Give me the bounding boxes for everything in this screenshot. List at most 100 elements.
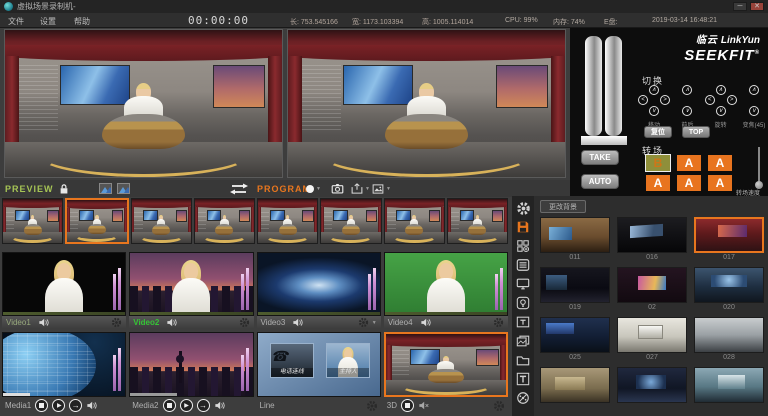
image-layers-icon[interactable] [515, 333, 531, 349]
gear-icon[interactable] [239, 317, 250, 328]
transition-tile-b[interactable]: B [646, 155, 670, 171]
scene-partial-3[interactable] [694, 367, 764, 403]
video4-thumbnail[interactable] [384, 252, 508, 316]
speaker-icon[interactable] [166, 317, 177, 328]
transition-tile-a2[interactable]: A [708, 155, 732, 171]
video2-thumbnail[interactable] [129, 252, 253, 316]
list-icon[interactable] [515, 257, 531, 273]
tbar-base[interactable] [581, 136, 627, 145]
monitor-icon[interactable] [515, 276, 531, 292]
scene-028[interactable]: 028 [694, 317, 764, 363]
rotate-left-button[interactable]: < [705, 95, 715, 105]
media2-thumbnail[interactable] [129, 332, 253, 397]
speaker-icon[interactable] [86, 400, 97, 411]
subtitle-icon[interactable] [515, 314, 531, 330]
media1-thumbnail[interactable] [2, 332, 126, 397]
zoom-in-button[interactable]: ∧ [749, 85, 759, 95]
camera-angle-3[interactable] [131, 198, 192, 244]
transition-speed-slider[interactable] [754, 147, 764, 193]
camera-angle-5[interactable] [257, 198, 318, 244]
tbar-handle[interactable] [605, 36, 622, 136]
speaker-icon[interactable] [38, 317, 49, 328]
host-option[interactable]: 主持人 [326, 343, 370, 378]
film-icon[interactable] [515, 390, 531, 406]
scene-027[interactable]: 027 [617, 317, 687, 363]
camera-angle-6[interactable] [320, 198, 381, 244]
reset-button[interactable]: 复位 [644, 126, 672, 138]
swap-preview-program-icon[interactable] [228, 180, 250, 197]
phone-call-option[interactable]: ☎ 电话连线 [270, 343, 314, 378]
export-icon[interactable]: ▼ [351, 180, 370, 197]
video3-thumbnail[interactable] [257, 252, 381, 316]
lock-icon[interactable] [58, 180, 70, 197]
text-icon[interactable] [515, 371, 531, 387]
camera-angle-1[interactable] [2, 198, 63, 244]
back-button[interactable]: ∨ [682, 106, 692, 116]
save-icon[interactable] [515, 219, 531, 235]
scene-011[interactable]: 011 [540, 217, 610, 263]
menu-help[interactable]: 帮助 [74, 16, 90, 27]
scene-019[interactable]: 019 [540, 267, 610, 313]
speaker-icon[interactable] [214, 400, 225, 411]
speaker-icon[interactable] [420, 317, 431, 328]
snapshot-camera-icon[interactable] [331, 180, 344, 197]
next-button[interactable]: → [69, 399, 82, 412]
play-button[interactable]: ▶ [52, 399, 65, 412]
scene-partial-2[interactable] [617, 367, 687, 403]
folder-icon[interactable] [515, 352, 531, 368]
video1-thumbnail[interactable] [2, 252, 126, 316]
zoom-out-button[interactable]: ∨ [749, 106, 759, 116]
move-left-button[interactable]: < [638, 95, 648, 105]
move-right-button[interactable]: > [660, 95, 670, 105]
take-button[interactable]: TAKE [581, 150, 619, 165]
rotate-down-button[interactable]: ∨ [716, 106, 726, 116]
light-icon[interactable] [515, 295, 531, 311]
scene-020[interactable]: 020 [694, 267, 764, 313]
scene-017-selected[interactable]: 017 [694, 217, 764, 263]
transition-tile-a1[interactable]: A [677, 155, 701, 171]
move-up-button[interactable]: ∧ [649, 85, 659, 95]
picture-output-icon[interactable]: ▼ [372, 180, 391, 197]
threed-thumbnail[interactable] [384, 332, 508, 397]
line-thumbnail[interactable]: ☎ 电话连线 主持人 [257, 332, 381, 397]
speaker-muted-icon[interactable] [418, 400, 429, 411]
transition-image-icon-2[interactable] [117, 180, 130, 197]
settings-icon[interactable] [515, 200, 531, 216]
rotate-right-button[interactable]: > [727, 95, 737, 105]
gear-icon[interactable] [366, 400, 378, 412]
rotate-up-button[interactable]: ∧ [716, 85, 726, 95]
transition-tile-a5[interactable]: A [708, 175, 732, 191]
transition-tile-a4[interactable]: A [677, 175, 701, 191]
menu-settings[interactable]: 设置 [40, 16, 56, 27]
scene-partial-1[interactable] [540, 367, 610, 403]
gear-icon[interactable] [111, 317, 122, 328]
close-button[interactable]: ✕ [750, 2, 764, 11]
camera-angle-8[interactable] [447, 198, 508, 244]
auto-button[interactable]: AUTO [581, 174, 619, 189]
top-button[interactable]: TOP [682, 126, 710, 138]
camera-angle-7[interactable] [384, 198, 445, 244]
scene-016[interactable]: 016 [617, 217, 687, 263]
stop-button[interactable] [163, 399, 176, 412]
move-down-button[interactable]: ∨ [649, 106, 659, 116]
stop-button[interactable] [401, 399, 414, 412]
minimize-button[interactable]: ─ [733, 2, 747, 11]
camera-angle-2-selected[interactable] [65, 198, 128, 244]
gear-icon[interactable] [493, 400, 505, 412]
camera-angle-4[interactable] [194, 198, 255, 244]
scene-025[interactable]: 025 [540, 317, 610, 363]
menu-file[interactable]: 文件 [8, 16, 24, 27]
speaker-icon[interactable] [292, 317, 303, 328]
stop-button[interactable] [35, 399, 48, 412]
transition-image-icon-1[interactable] [99, 180, 112, 197]
transition-tile-a3[interactable]: A [646, 175, 670, 191]
gear-icon[interactable] [493, 317, 504, 328]
forward-button[interactable]: ∧ [682, 85, 692, 95]
play-button[interactable]: ▶ [180, 399, 193, 412]
gear-icon[interactable] [358, 317, 369, 328]
change-scene-button[interactable]: 更改背景 [540, 200, 586, 213]
record-button[interactable]: ▼ [306, 180, 321, 197]
add-scene-grid-icon[interactable] [515, 238, 531, 254]
scene-02[interactable]: 02 [617, 267, 687, 313]
next-button[interactable]: → [197, 399, 210, 412]
